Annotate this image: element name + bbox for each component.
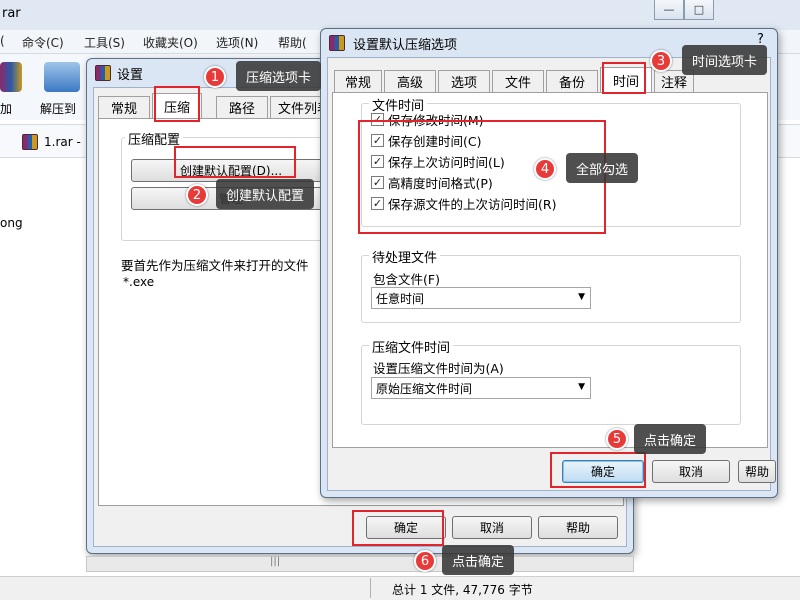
highlight-compression-tab <box>154 86 200 122</box>
defaults-cancel-button[interactable]: 取消 <box>652 460 730 483</box>
settings-help-button[interactable]: 帮助 <box>538 516 618 539</box>
toolbar-add-label[interactable]: 加 <box>0 100 12 117</box>
default-options-title: 设置默认压缩选项 <box>353 38 458 53</box>
extract-folder-icon[interactable] <box>44 62 80 92</box>
dropdown-arrow-icon[interactable]: ▼ <box>578 292 585 302</box>
step-badge-6: 6 <box>414 550 436 572</box>
step-callout-1: 压缩选项卡 <box>236 61 322 91</box>
defaults-help-button[interactable]: 帮助 <box>738 460 776 483</box>
step-callout-2: 创建默认配置 <box>216 179 315 209</box>
step-badge-3: 3 <box>650 50 672 72</box>
rar-file-icon <box>22 134 38 150</box>
settings-app-icon <box>95 65 111 81</box>
highlight-create-default-button <box>174 146 296 178</box>
defaults-tab-files[interactable]: 文件 <box>492 70 544 92</box>
maximize-button[interactable]: □ <box>684 0 714 20</box>
archive-time-label: 压缩文件时间 <box>369 337 454 356</box>
defaults-tab-options[interactable]: 选项 <box>438 70 490 92</box>
highlight-settings-ok <box>352 510 444 546</box>
defaults-tab-general[interactable]: 常规 <box>334 70 382 92</box>
step-callout-4: 全部勾选 <box>566 153 639 183</box>
step-badge-1: 1 <box>204 66 226 88</box>
add-icon[interactable] <box>0 62 22 92</box>
settings-tab-general[interactable]: 常规 <box>98 96 150 118</box>
menu-help[interactable]: 帮助( <box>278 34 307 51</box>
step-callout-5: 点击确定 <box>634 424 707 454</box>
defaults-tab-backup[interactable]: 备份 <box>546 70 598 92</box>
default-options-window: 设置默认压缩选项 ? 常规 高级 选项 文件 备份 时间 注释 文件时间 ✓ 保… <box>320 28 778 498</box>
pending-files-label: 待处理文件 <box>369 247 441 266</box>
status-text: 总计 1 文件, 47,776 字节 <box>392 583 533 597</box>
settings-cancel-button[interactable]: 取消 <box>452 516 532 539</box>
menu-tools[interactable]: 工具(S) <box>84 34 125 51</box>
highlight-defaults-ok <box>550 452 646 488</box>
toolbar-extract-label[interactable]: 解压到 <box>40 100 76 117</box>
step-badge-5: 5 <box>606 428 628 450</box>
open-first-value[interactable]: *.exe <box>123 275 154 289</box>
archive-time-value[interactable]: 原始压缩文件时间 <box>376 380 472 397</box>
include-files-label: 包含文件(F) <box>373 272 440 287</box>
main-window-title: rar <box>2 6 21 21</box>
include-files-value[interactable]: 任意时间 <box>376 290 424 307</box>
step-badge-2: 2 <box>186 184 208 206</box>
open-first-label: 要首先作为压缩文件来打开的文件 <box>121 258 309 273</box>
scrollbar-grip[interactable]: ||| <box>270 556 280 567</box>
menu-item-partial[interactable]: ( <box>0 34 5 48</box>
settings-tab-paths[interactable]: 路径 <box>216 96 268 118</box>
default-options-app-icon <box>329 35 345 51</box>
menu-options[interactable]: 选项(N) <box>216 34 258 51</box>
step-badge-4: 4 <box>534 158 556 180</box>
set-archive-time-label: 设置压缩文件时间为(A) <box>373 361 504 376</box>
file-list-item[interactable]: ong <box>0 216 23 230</box>
address-text[interactable]: 1.rar - <box>44 135 81 149</box>
include-files-select[interactable]: 任意时间 ▼ <box>371 287 591 309</box>
archive-time-select[interactable]: 原始压缩文件时间 ▼ <box>371 377 591 399</box>
dropdown-arrow-icon[interactable]: ▼ <box>578 382 585 392</box>
status-divider <box>370 578 371 598</box>
settings-title: 设置 <box>117 68 144 83</box>
defaults-tab-advanced[interactable]: 高级 <box>384 70 436 92</box>
menu-favorites[interactable]: 收藏夹(O) <box>143 34 198 51</box>
step-callout-6: 点击确定 <box>442 545 515 575</box>
menu-command[interactable]: 命令(C) <box>22 34 64 51</box>
highlight-time-tab <box>602 62 646 94</box>
horizontal-scrollbar[interactable] <box>86 556 634 572</box>
minimize-button[interactable]: — <box>654 0 684 20</box>
step-callout-3: 时间选项卡 <box>682 45 768 75</box>
